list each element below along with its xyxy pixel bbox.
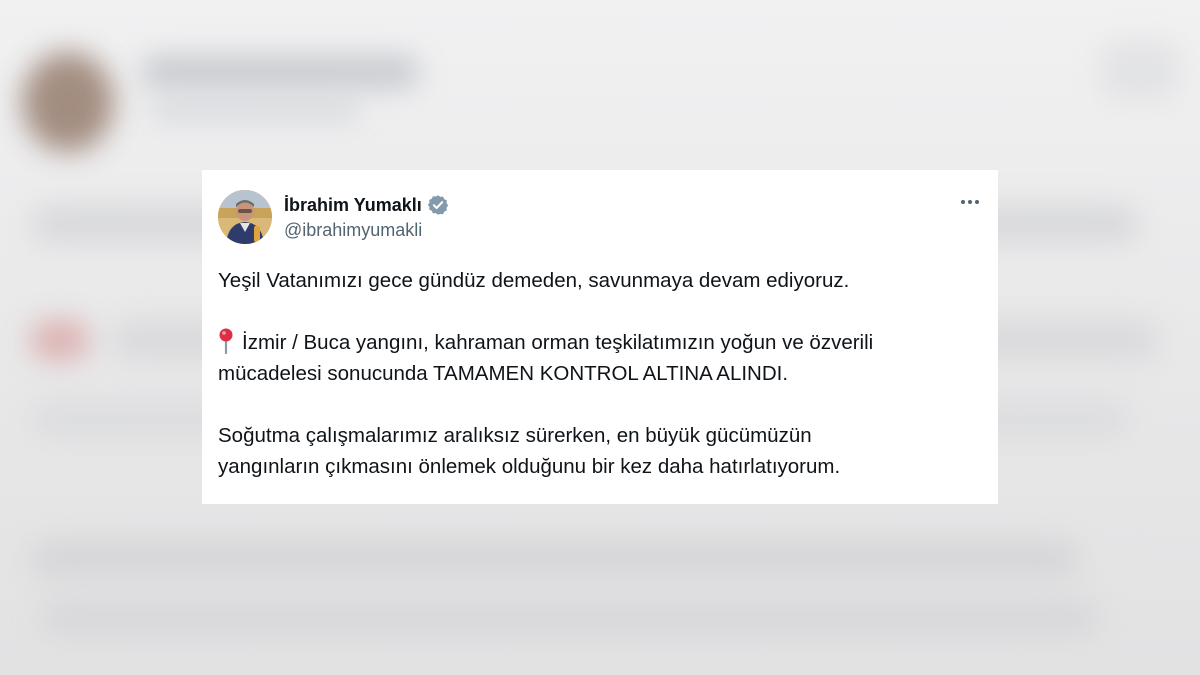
tweet-paragraph: Soğutma çalışmalarımız aralıksız sürerke… bbox=[218, 424, 812, 447]
handle[interactable]: @ibrahimyumakli bbox=[284, 220, 422, 241]
tweet-paragraph: Yeşil Vatanımızı gece gündüz demeden, sa… bbox=[218, 269, 850, 292]
tweet-paragraph: mücadelesi sonucunda TAMAMEN KONTROL ALT… bbox=[218, 362, 789, 385]
more-options-icon[interactable] bbox=[958, 190, 982, 214]
avatar[interactable] bbox=[218, 190, 272, 244]
verified-badge-icon bbox=[427, 194, 449, 216]
tweet-paragraph: İzmir / Buca yangını, kahraman orman teş… bbox=[218, 327, 978, 358]
round-pushpin-icon bbox=[218, 328, 234, 355]
tweet-line: İzmir / Buca yangını, kahraman orman teş… bbox=[242, 331, 874, 354]
tweet-text: Yeşil Vatanımızı gece gündüz demeden, sa… bbox=[218, 265, 978, 482]
tweet-card: İbrahim Yumaklı @ibrahimyumakli Yeşil Va… bbox=[202, 170, 998, 504]
tweet-paragraph: yangınların çıkmasını önlemek olduğunu b… bbox=[218, 455, 841, 478]
display-name[interactable]: İbrahim Yumaklı bbox=[284, 195, 422, 216]
